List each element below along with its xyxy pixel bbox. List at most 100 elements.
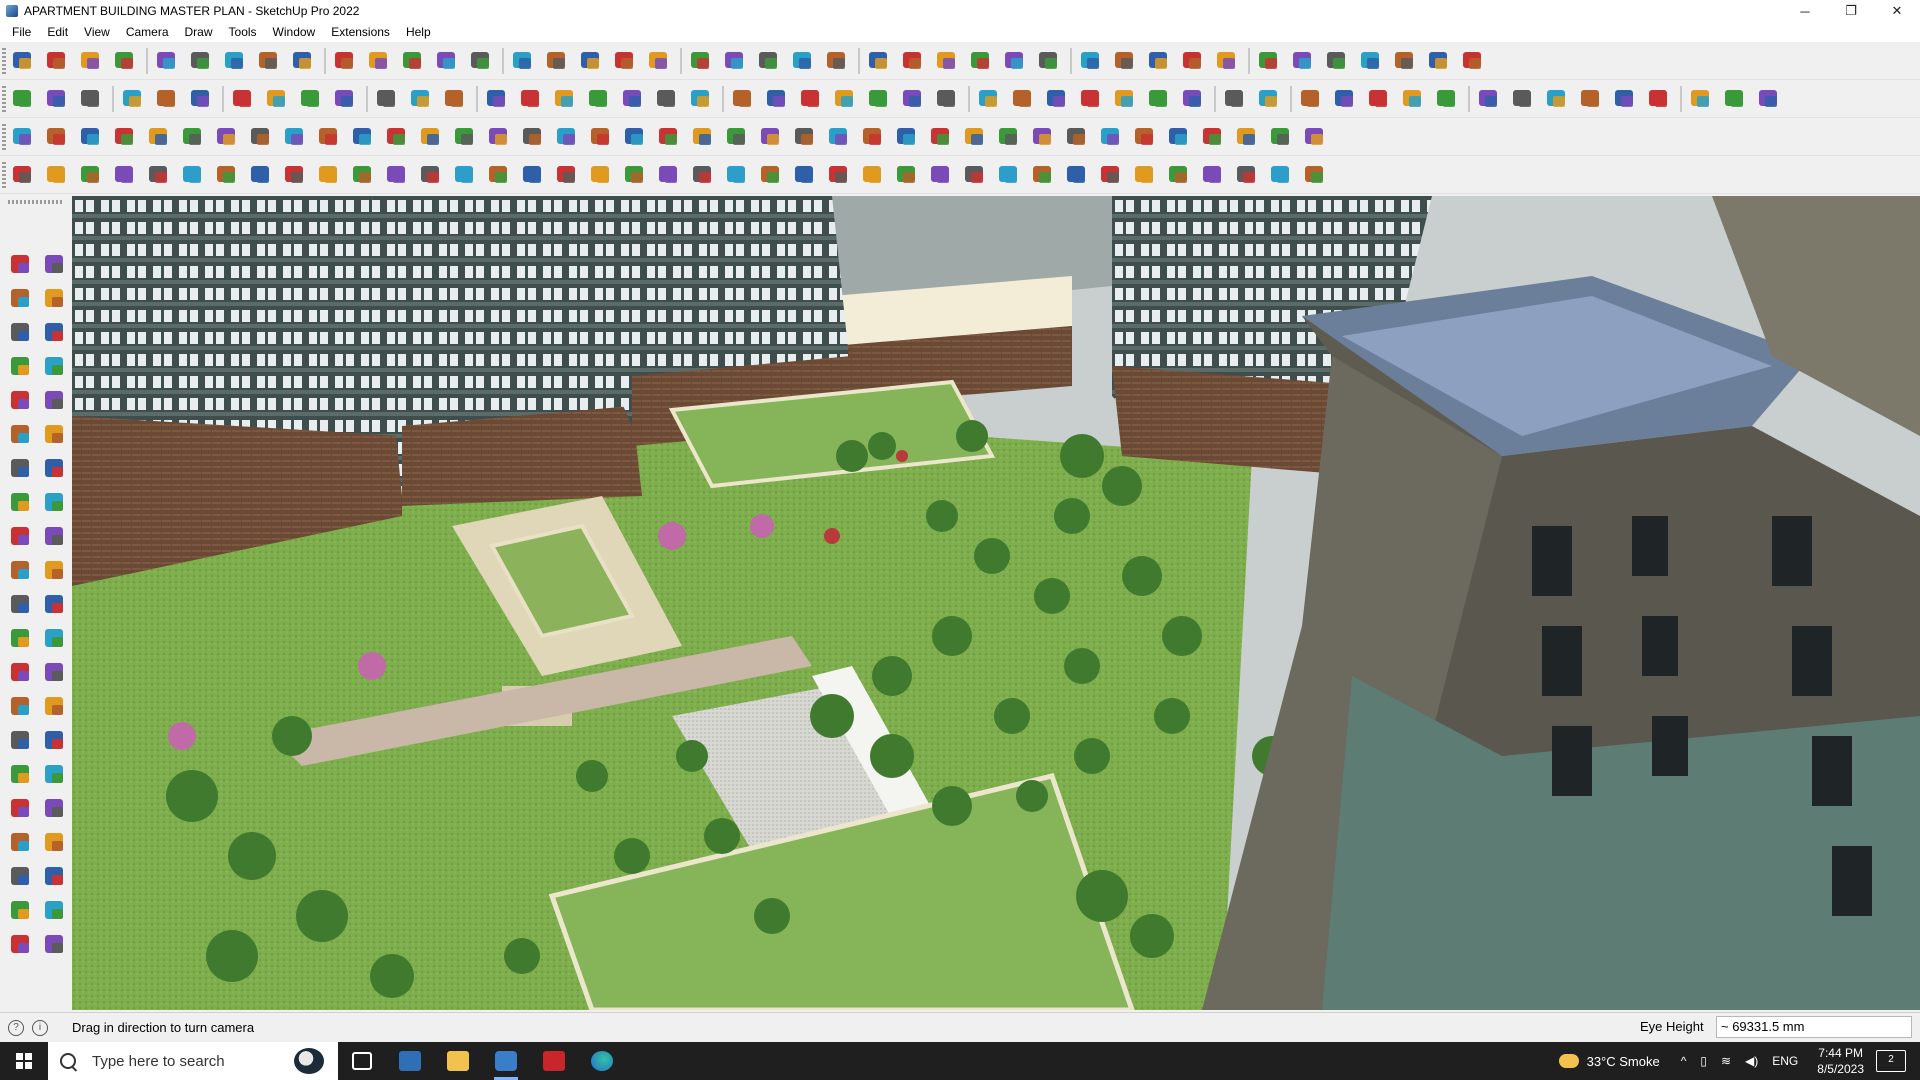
large-tool-button[interactable] — [42, 762, 68, 788]
menu-window[interactable]: Window — [265, 22, 324, 42]
large-tool-button[interactable] — [8, 422, 34, 448]
toolbar-tool-button[interactable] — [1302, 124, 1328, 150]
large-tool-button[interactable] — [42, 456, 68, 482]
toolbar-tool-button[interactable] — [824, 48, 850, 74]
info-icon[interactable]: i — [32, 1019, 48, 1036]
toolbar-tool-button[interactable] — [832, 86, 858, 112]
toolbar-tool-button[interactable] — [10, 48, 36, 74]
toolbar-tool-button[interactable] — [350, 124, 376, 150]
toolbar-tool-button[interactable] — [688, 86, 714, 112]
large-tool-button[interactable] — [42, 354, 68, 380]
toolbar-tool-button[interactable] — [1180, 86, 1206, 112]
toolbar-tool-button[interactable] — [518, 86, 544, 112]
toolbar-tool-button[interactable] — [1200, 124, 1226, 150]
toolbar-tool-button[interactable] — [996, 162, 1022, 188]
toolbar-tool-button[interactable] — [44, 48, 70, 74]
toolbar-tool-button[interactable] — [154, 86, 180, 112]
toolbar-tool-button[interactable] — [1030, 162, 1056, 188]
large-tool-button[interactable] — [8, 626, 34, 652]
toolbar-tool-button[interactable] — [588, 162, 614, 188]
toolbar-tool-button[interactable] — [248, 124, 274, 150]
toolbar-tool-button[interactable] — [722, 48, 748, 74]
toolbar-tool-button[interactable] — [78, 162, 104, 188]
toolbar-tool-button[interactable] — [468, 48, 494, 74]
toolbar-tool-button[interactable] — [1098, 162, 1124, 188]
taskbar-search-box[interactable]: Type here to search — [48, 1042, 338, 1080]
toolbar-tool-button[interactable] — [486, 124, 512, 150]
toolbar-tool-button[interactable] — [552, 86, 578, 112]
toolbar-tool-button[interactable] — [1098, 124, 1124, 150]
menu-help[interactable]: Help — [398, 22, 439, 42]
toolbar-tool-button[interactable] — [1222, 86, 1248, 112]
large-tool-button[interactable] — [8, 354, 34, 380]
clock[interactable]: 7:44 PM 8/5/2023 — [1817, 1045, 1864, 1077]
menu-tools[interactable]: Tools — [221, 22, 265, 42]
large-tool-button[interactable] — [42, 864, 68, 890]
toolbar-tool-button[interactable] — [350, 162, 376, 188]
toolbar-tool-button[interactable] — [860, 162, 886, 188]
toolbar-tool-button[interactable] — [690, 162, 716, 188]
large-tool-button[interactable] — [8, 388, 34, 414]
toolbar-tool-button[interactable] — [996, 124, 1022, 150]
large-tool-button[interactable] — [42, 898, 68, 924]
toolbar-tool-button[interactable] — [612, 48, 638, 74]
geo-location-icon[interactable]: ? — [8, 1019, 24, 1036]
toolbar-tool-button[interactable] — [434, 48, 460, 74]
toolbar-tool-button[interactable] — [154, 48, 180, 74]
menu-extensions[interactable]: Extensions — [323, 22, 398, 42]
toolbar-tool-button[interactable] — [520, 162, 546, 188]
toolbar-tool-button[interactable] — [78, 124, 104, 150]
toolbar-tool-button[interactable] — [1460, 48, 1486, 74]
large-tool-button[interactable] — [8, 592, 34, 618]
toolbar-tool-button[interactable] — [1078, 48, 1104, 74]
toolbar-tool-button[interactable] — [1578, 86, 1604, 112]
toolbar-tool-button[interactable] — [1612, 86, 1638, 112]
toolbar-tool-button[interactable] — [1426, 48, 1452, 74]
toolbar-tool-button[interactable] — [764, 86, 790, 112]
toolbar-tool-button[interactable] — [1268, 162, 1294, 188]
toolbar-tool-button[interactable] — [690, 124, 716, 150]
toolbar-tool-button[interactable] — [554, 162, 580, 188]
large-tool-button[interactable] — [8, 320, 34, 346]
toolbar-tool-button[interactable] — [968, 48, 994, 74]
toolbar-tool-button[interactable] — [962, 162, 988, 188]
toolbar-grip[interactable] — [8, 200, 64, 204]
toolbar-tool-button[interactable] — [112, 124, 138, 150]
toolbar-tool-button[interactable] — [1268, 124, 1294, 150]
toolbar-tool-button[interactable] — [1146, 48, 1172, 74]
measurements-input[interactable]: ~ 69331.5 mm — [1716, 1016, 1912, 1038]
toolbar-tool-button[interactable] — [264, 86, 290, 112]
menu-file[interactable]: File — [4, 22, 39, 42]
toolbar-tool-button[interactable] — [1044, 86, 1070, 112]
large-tool-button[interactable] — [42, 694, 68, 720]
toolbar-tool-button[interactable] — [120, 86, 146, 112]
large-tool-button[interactable] — [42, 388, 68, 414]
toolbar-tool-button[interactable] — [646, 48, 672, 74]
toolbar-tool-button[interactable] — [1400, 86, 1426, 112]
toolbar-tool-button[interactable] — [758, 162, 784, 188]
large-tool-button[interactable] — [8, 932, 34, 958]
toolbar-tool-button[interactable] — [1646, 86, 1672, 112]
toolbar-tool-button[interactable] — [1132, 124, 1158, 150]
toolbar-tool-button[interactable] — [860, 124, 886, 150]
menu-camera[interactable]: Camera — [118, 22, 177, 42]
toolbar-tool-button[interactable] — [282, 124, 308, 150]
large-tool-button[interactable] — [42, 932, 68, 958]
toolbar-tool-button[interactable] — [1064, 124, 1090, 150]
toolbar-tool-button[interactable] — [316, 124, 342, 150]
large-tool-button[interactable] — [42, 660, 68, 686]
toolbar-tool-button[interactable] — [928, 162, 954, 188]
toolbar-tool-button[interactable] — [1544, 86, 1570, 112]
large-tool-button[interactable] — [8, 286, 34, 312]
acrobat-app[interactable] — [530, 1042, 578, 1080]
edge-app[interactable] — [578, 1042, 626, 1080]
toolbar-tool-button[interactable] — [900, 86, 926, 112]
toolbar-tool-button[interactable] — [792, 162, 818, 188]
calculator-app[interactable] — [386, 1042, 434, 1080]
large-tool-button[interactable] — [8, 558, 34, 584]
toolbar-tool-button[interactable] — [248, 162, 274, 188]
toolbar-tool-button[interactable] — [214, 162, 240, 188]
large-tool-button[interactable] — [8, 660, 34, 686]
toolbar-tool-button[interactable] — [1756, 86, 1782, 112]
toolbar-tool-button[interactable] — [934, 48, 960, 74]
